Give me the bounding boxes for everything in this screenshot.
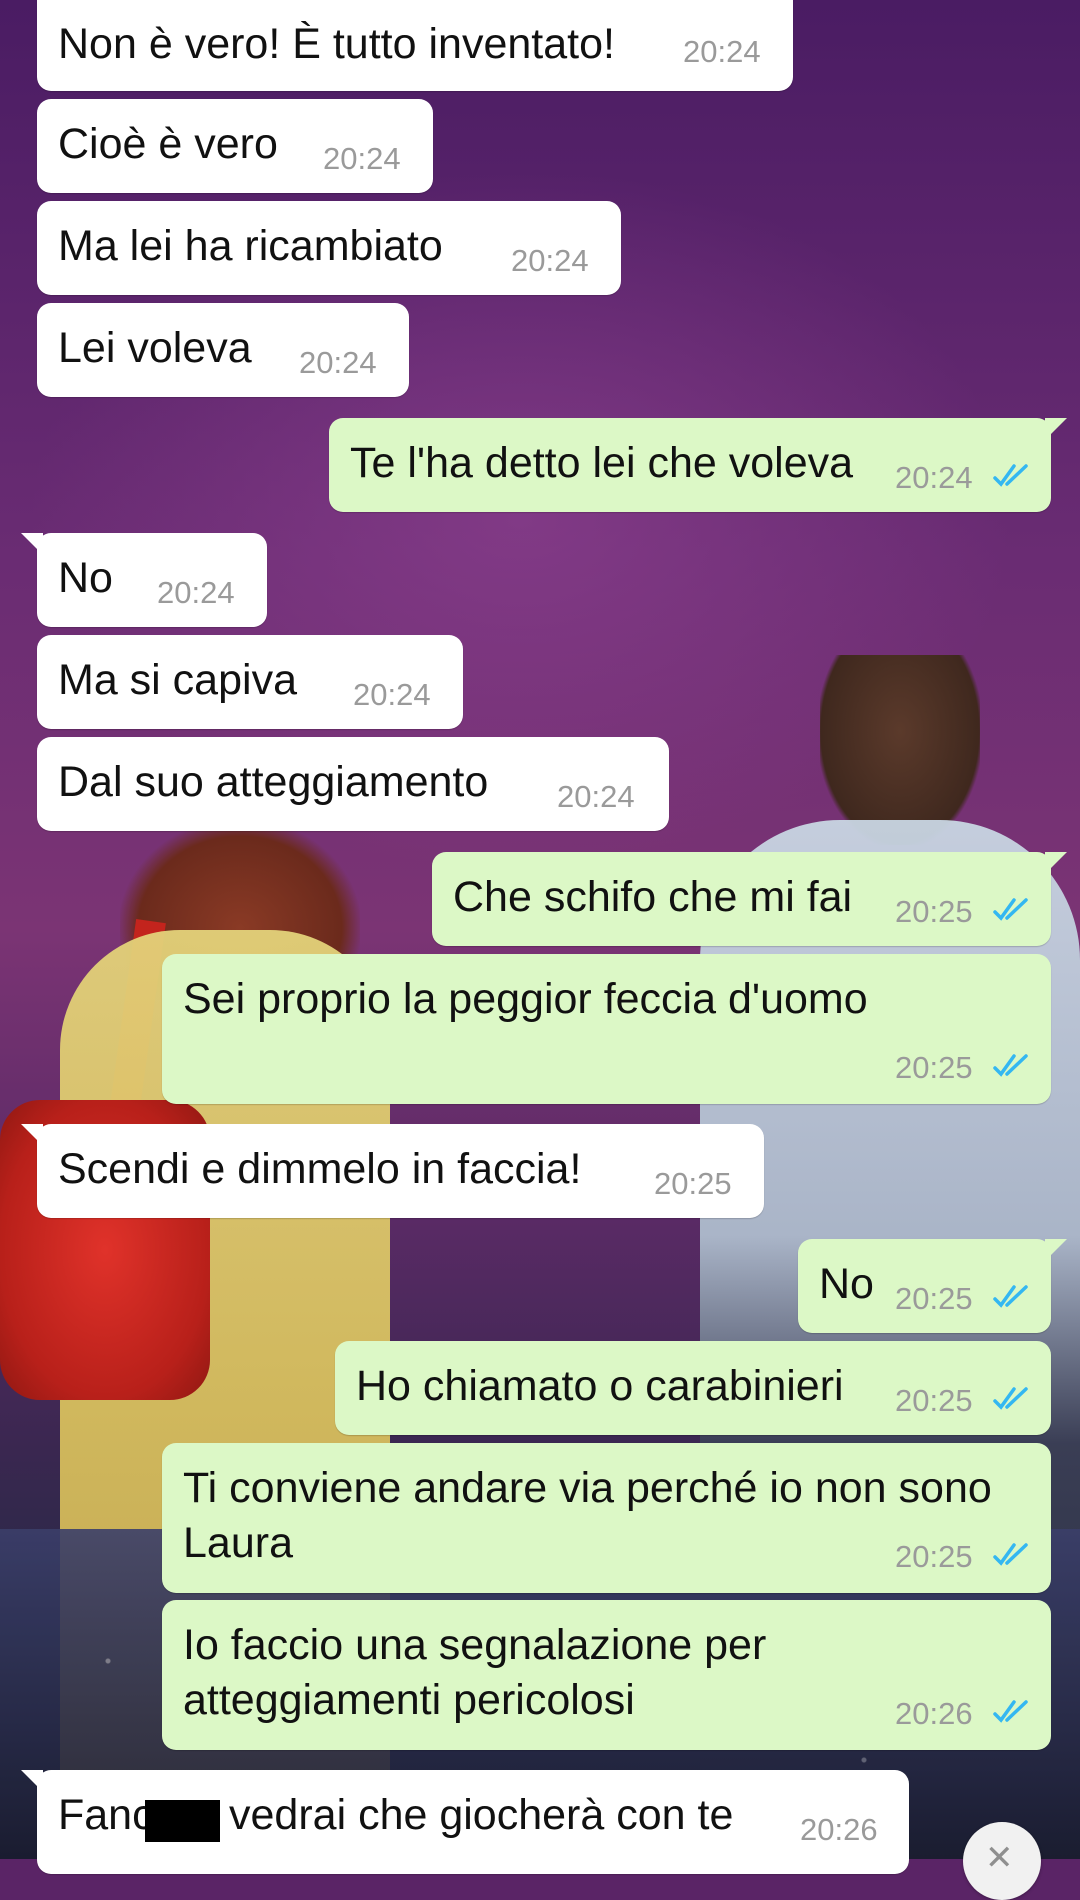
double-check-icon — [993, 898, 1028, 921]
message-bubble-outgoing[interactable]: Che schifo che mi fai 20:25 — [432, 852, 1067, 946]
message-text: Sei proprio la peggior feccia d'uomo — [183, 975, 868, 1023]
bubble-tail — [21, 1124, 43, 1146]
double-check-icon — [993, 1054, 1028, 1077]
message-bubble-incoming[interactable]: Dal suo atteggiamento 20:24 — [37, 737, 669, 831]
message-text-line-1: Ti conviene andare via perché io non son… — [183, 1464, 992, 1512]
message-bubble-outgoing[interactable]: Sei proprio la peggior feccia d'uomo 20:… — [162, 954, 1051, 1104]
message-time: 20:25 — [895, 894, 973, 929]
message-time: 20:24 — [511, 243, 589, 278]
message-bubble-incoming[interactable]: No 20:24 — [21, 533, 267, 627]
message-bubble-incoming[interactable]: Ma lei ha ricambiato 20:24 — [37, 201, 621, 295]
double-check-icon — [993, 1700, 1028, 1723]
message-bubble-incoming[interactable]: Ma si capiva 20:24 — [37, 635, 463, 729]
message-time: 20:25 — [895, 1539, 973, 1574]
message-time: 20:24 — [157, 575, 235, 610]
message-bubble-incoming[interactable]: Fanc vedrai che giocherà con te 20:26 — [21, 1770, 909, 1874]
message-bubble-incoming[interactable]: Lei voleva 20:24 — [37, 303, 409, 397]
message-bubble-outgoing[interactable]: Te l'ha detto lei che voleva 20:24 — [329, 418, 1067, 512]
message-time: 20:25 — [895, 1383, 973, 1418]
bubble-tail — [1045, 852, 1067, 874]
message-bubble-incoming[interactable]: Non è vero! È tutto inventato! 20:24 — [37, 0, 793, 91]
bubble-tail — [1045, 418, 1067, 440]
message-text: Te l'ha detto lei che voleva — [350, 439, 854, 487]
message-text-line-1: Io faccio una segnalazione per — [183, 1621, 767, 1669]
chevron-down-icon: ✕ — [985, 1839, 1014, 1877]
scroll-to-bottom-button[interactable]: ✕ — [963, 1822, 1041, 1900]
message-bubble-outgoing[interactable]: Ti conviene andare via perché io non son… — [162, 1443, 1051, 1593]
message-text-line-2: Laura — [183, 1519, 293, 1567]
message-text: Lei voleva — [58, 324, 252, 372]
message-text: No — [58, 554, 113, 602]
message-time: 20:24 — [557, 779, 635, 814]
message-text: Ma si capiva — [58, 656, 297, 704]
message-time: 20:24 — [895, 460, 973, 495]
message-time: 20:24 — [323, 141, 401, 176]
message-bubble-incoming[interactable]: Cioè è vero 20:24 — [37, 99, 433, 193]
message-time: 20:24 — [353, 677, 431, 712]
double-check-icon — [993, 464, 1028, 487]
message-text-end: vedrai che giocherà con te — [229, 1791, 734, 1839]
message-bubble-outgoing[interactable]: Io faccio una segnalazione per atteggiam… — [162, 1600, 1051, 1750]
message-list[interactable]: Non è vero! È tutto inventato! 20:24 Cio… — [0, 0, 1080, 1874]
message-text: Scendi e dimmelo in faccia! — [58, 1145, 582, 1193]
message-time: 20:24 — [683, 34, 761, 69]
bubble-tail — [21, 1770, 43, 1792]
bubble-tail — [1045, 1239, 1067, 1261]
message-text: Dal suo atteggiamento — [58, 758, 489, 806]
message-text: Ma lei ha ricambiato — [58, 222, 443, 270]
message-time: 20:24 — [299, 345, 377, 380]
message-text: No — [819, 1260, 874, 1308]
bubble-tail — [21, 533, 43, 555]
message-text: Cioè è vero — [58, 120, 278, 168]
message-text: Ho chiamato o carabinieri — [356, 1362, 844, 1410]
message-bubble-outgoing[interactable]: Ho chiamato o carabinieri 20:25 — [335, 1341, 1051, 1435]
double-check-icon — [993, 1543, 1028, 1566]
message-text: Non è vero! È tutto inventato! — [58, 20, 615, 68]
double-check-icon — [993, 1285, 1028, 1308]
message-bubble-outgoing[interactable]: No 20:25 — [798, 1239, 1067, 1333]
redaction-box — [145, 1800, 220, 1842]
message-text-line-2: atteggiamenti pericolosi — [183, 1676, 635, 1724]
message-bubble-incoming[interactable]: Scendi e dimmelo in faccia! 20:25 — [21, 1124, 764, 1218]
message-time: 20:25 — [895, 1050, 973, 1085]
message-time: 20:25 — [654, 1166, 732, 1201]
message-time: 20:25 — [895, 1281, 973, 1316]
message-time: 20:26 — [800, 1812, 878, 1847]
message-text: Che schifo che mi fai — [453, 873, 853, 921]
message-time: 20:26 — [895, 1696, 973, 1731]
double-check-icon — [993, 1387, 1028, 1410]
message-text-start: Fanc — [58, 1791, 154, 1839]
